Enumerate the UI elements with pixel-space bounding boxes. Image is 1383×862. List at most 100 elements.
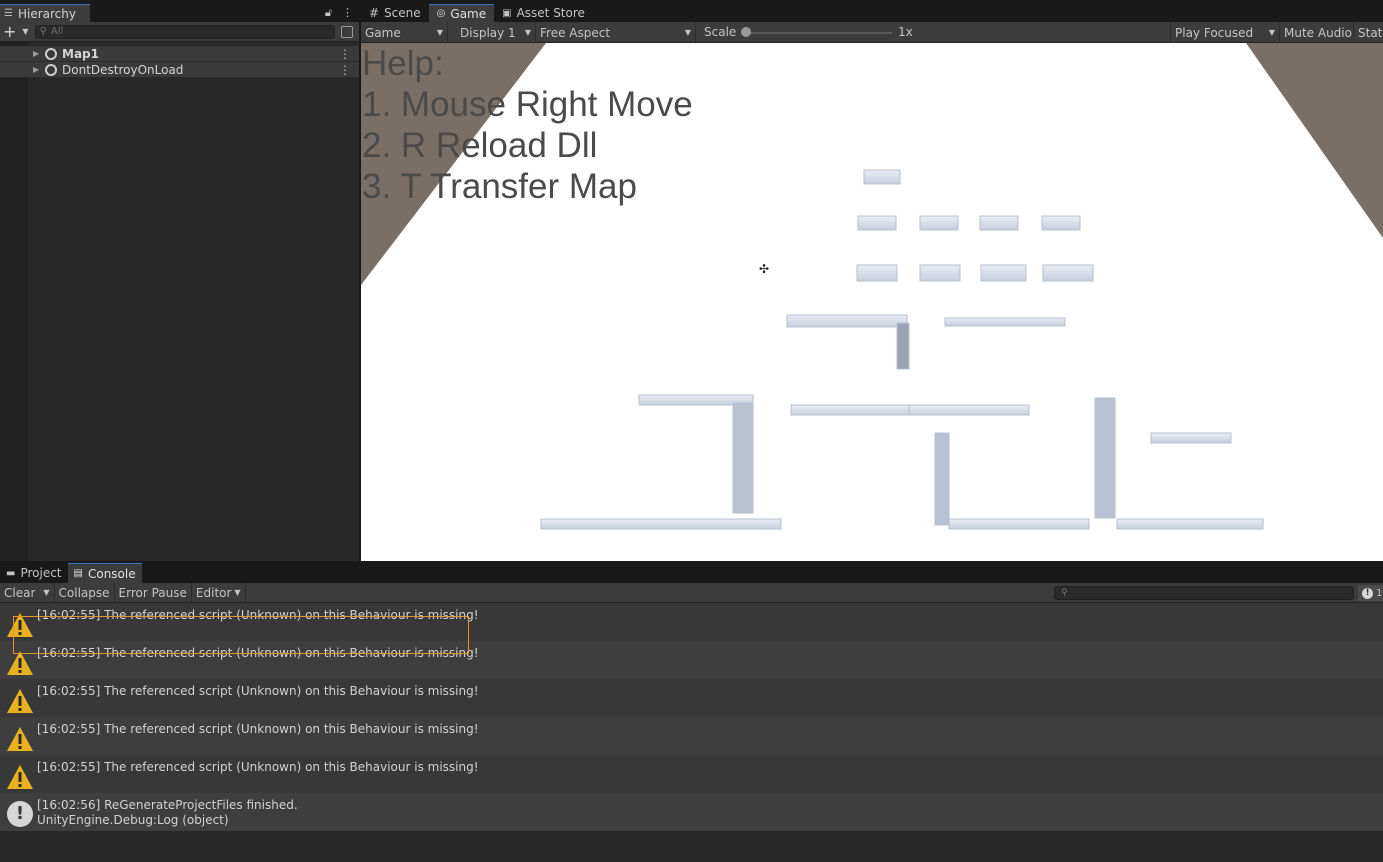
tab-game-label: Game bbox=[450, 6, 487, 21]
hierarchy-search-input[interactable]: ⚲ All bbox=[34, 24, 335, 39]
stats-label: Stats bbox=[1358, 25, 1383, 40]
console-tabbar: ▬ Project ▤ Console bbox=[0, 563, 1383, 583]
help-line: 2. R Reload Dll bbox=[362, 126, 598, 165]
chevron-down-icon: ▼ bbox=[234, 588, 241, 597]
clear-button[interactable]: Clear ▼ bbox=[0, 582, 55, 603]
play-mode-value: Play Focused bbox=[1175, 25, 1254, 40]
mute-audio-toggle[interactable]: Mute Audio bbox=[1280, 22, 1354, 43]
editor-dropdown[interactable]: Editor ▼ bbox=[192, 582, 246, 603]
log-message: [16:02:55] The referenced script (Unknow… bbox=[37, 722, 479, 736]
help-overlay: Help: 1. Mouse Right Move 2. R Reload Dl… bbox=[362, 43, 693, 207]
hierarchy-item-map1[interactable]: ▶ Map1 ⋮ bbox=[0, 46, 359, 62]
warning-icon bbox=[7, 727, 33, 751]
view-mode-dropdown[interactable]: Game ▼ bbox=[361, 22, 448, 43]
tab-asset-store[interactable]: ▣ Asset Store bbox=[494, 4, 593, 22]
warning-icon bbox=[7, 765, 33, 789]
console-panel: ▬ Project ▤ Console Clear ▼ Collapse Err… bbox=[0, 563, 1383, 862]
console-log-list: [16:02:55] The referenced script (Unknow… bbox=[0, 603, 1383, 862]
display-value: Display 1 bbox=[460, 25, 516, 40]
play-mode-dropdown[interactable]: Play Focused ▼ bbox=[1170, 22, 1280, 43]
info-count-toggle[interactable]: ! 1 bbox=[1358, 585, 1383, 601]
display-dropdown[interactable]: Display 1 ▼ bbox=[456, 22, 536, 43]
unity-scene-icon bbox=[45, 47, 57, 60]
log-row[interactable]: [16:02:55] The referenced script (Unknow… bbox=[0, 717, 1383, 755]
tab-asset-store-label: Asset Store bbox=[516, 6, 585, 20]
info-icon: ! bbox=[7, 801, 33, 827]
game-panel: # Scene ◎ Game ▣ Asset Store Game ▼ Disp… bbox=[361, 4, 1383, 561]
search-icon: ⚲ bbox=[39, 26, 47, 37]
aspect-dropdown[interactable]: Free Aspect ▼ bbox=[536, 22, 696, 43]
console-search-input[interactable]: ⚲ bbox=[1054, 586, 1354, 600]
console-icon: ▤ bbox=[73, 568, 83, 579]
mute-audio-label: Mute Audio bbox=[1284, 25, 1352, 40]
expand-arrow-icon[interactable]: ▶ bbox=[33, 49, 39, 58]
chevron-down-icon: ▼ bbox=[524, 28, 531, 37]
tab-hierarchy[interactable]: ☰ Hierarchy bbox=[0, 4, 90, 22]
tab-scene[interactable]: # Scene bbox=[361, 4, 429, 22]
help-line: 3. T Transfer Map bbox=[362, 167, 637, 206]
chevron-down-icon: ▼ bbox=[684, 28, 691, 37]
log-message: [16:02:55] The referenced script (Unknow… bbox=[37, 760, 479, 774]
warning-icon bbox=[7, 689, 33, 713]
lock-icon[interactable]: 🔓︎ bbox=[325, 6, 332, 20]
hierarchy-item-label: DontDestroyOnLoad bbox=[62, 62, 184, 77]
log-row[interactable]: ! [16:02:56] ReGenerateProjectFiles fini… bbox=[0, 793, 1383, 831]
add-dropdown-icon[interactable]: ▼ bbox=[22, 27, 28, 36]
scale-label: Scale bbox=[704, 25, 737, 39]
tab-game[interactable]: ◎ Game bbox=[428, 4, 495, 22]
svg-text:✣: ✣ bbox=[759, 262, 769, 276]
stats-toggle[interactable]: Stats bbox=[1354, 22, 1383, 43]
list-icon: ☰ bbox=[4, 8, 13, 19]
unity-scene-icon bbox=[45, 63, 57, 76]
bag-icon: ▣ bbox=[502, 7, 512, 19]
selected-log-outline bbox=[13, 616, 469, 654]
scale-slider-handle[interactable] bbox=[741, 27, 751, 37]
help-line: 1. Mouse Right Move bbox=[362, 85, 693, 124]
aspect-value: Free Aspect bbox=[540, 25, 611, 40]
hierarchy-item-label: Map1 bbox=[62, 46, 99, 61]
game-toolbar: Game ▼ Display 1 ▼ Free Aspect ▼ Scale 1… bbox=[361, 22, 1383, 43]
gamepad-icon: ◎ bbox=[436, 8, 446, 19]
help-title: Help: bbox=[362, 44, 444, 83]
hierarchy-tab-controls: 🔓︎ ⋮ bbox=[325, 6, 353, 20]
scale-slider-track[interactable] bbox=[746, 32, 892, 34]
add-icon[interactable]: + bbox=[3, 23, 16, 40]
more-options-icon[interactable]: ⋮ bbox=[339, 47, 351, 61]
folder-icon: ▬ bbox=[6, 567, 16, 579]
log-row[interactable]: [16:02:55] The referenced script (Unknow… bbox=[0, 679, 1383, 717]
tab-project-label: Project bbox=[20, 566, 62, 580]
chevron-down-icon: ▼ bbox=[436, 28, 443, 37]
more-options-icon[interactable]: ⋮ bbox=[342, 6, 353, 20]
search-placeholder: All bbox=[50, 26, 64, 37]
hierarchy-tabbar: ☰ Hierarchy 🔓︎ ⋮ bbox=[0, 4, 359, 22]
tab-console[interactable]: ▤ Console bbox=[67, 563, 142, 583]
console-toolbar: Clear ▼ Collapse Error Pause Editor ▼ ⚲ … bbox=[0, 582, 1383, 603]
chevron-down-icon[interactable]: ▼ bbox=[43, 588, 49, 597]
hierarchy-item-dontdestroyonload[interactable]: ▶ DontDestroyOnLoad ⋮ bbox=[0, 62, 359, 78]
view-mode-value: Game bbox=[365, 25, 401, 40]
scale-value: 1x bbox=[898, 25, 913, 39]
tab-hierarchy-label: Hierarchy bbox=[17, 6, 76, 21]
log-message-line: UnityEngine.Debug:Log (object) bbox=[37, 813, 229, 827]
expand-arrow-icon[interactable]: ▶ bbox=[33, 65, 39, 74]
info-count: 1 bbox=[1376, 587, 1383, 599]
scene-visibility-icon[interactable] bbox=[340, 25, 353, 38]
error-pause-label: Error Pause bbox=[118, 585, 187, 600]
editor-label: Editor bbox=[195, 585, 232, 600]
game-viewport[interactable]: ✣ Help: 1. Mouse Right Move 2. R Reload … bbox=[361, 43, 1383, 561]
collapse-button[interactable]: Collapse bbox=[55, 582, 115, 603]
collapse-label: Collapse bbox=[58, 585, 110, 600]
log-row[interactable]: [16:02:55] The referenced script (Unknow… bbox=[0, 755, 1383, 793]
more-options-icon[interactable]: ⋮ bbox=[339, 63, 351, 77]
clear-label: Clear bbox=[4, 585, 36, 600]
hierarchy-list: ▶ Map1 ⋮ ▶ DontDestroyOnLoad ⋮ bbox=[0, 46, 359, 78]
info-icon: ! bbox=[1362, 587, 1373, 599]
log-message: [16:02:55] The referenced script (Unknow… bbox=[37, 684, 479, 698]
error-pause-button[interactable]: Error Pause bbox=[115, 582, 192, 603]
hierarchy-toolbar: + ▼ ⚲ All bbox=[0, 22, 359, 42]
search-icon: ⚲ bbox=[1061, 588, 1068, 598]
log-message-line: [16:02:56] ReGenerateProjectFiles finish… bbox=[37, 798, 298, 812]
log-message: [16:02:56] ReGenerateProjectFiles finish… bbox=[37, 798, 298, 828]
chevron-down-icon: ▼ bbox=[1268, 28, 1275, 37]
tab-project[interactable]: ▬ Project bbox=[0, 563, 68, 583]
